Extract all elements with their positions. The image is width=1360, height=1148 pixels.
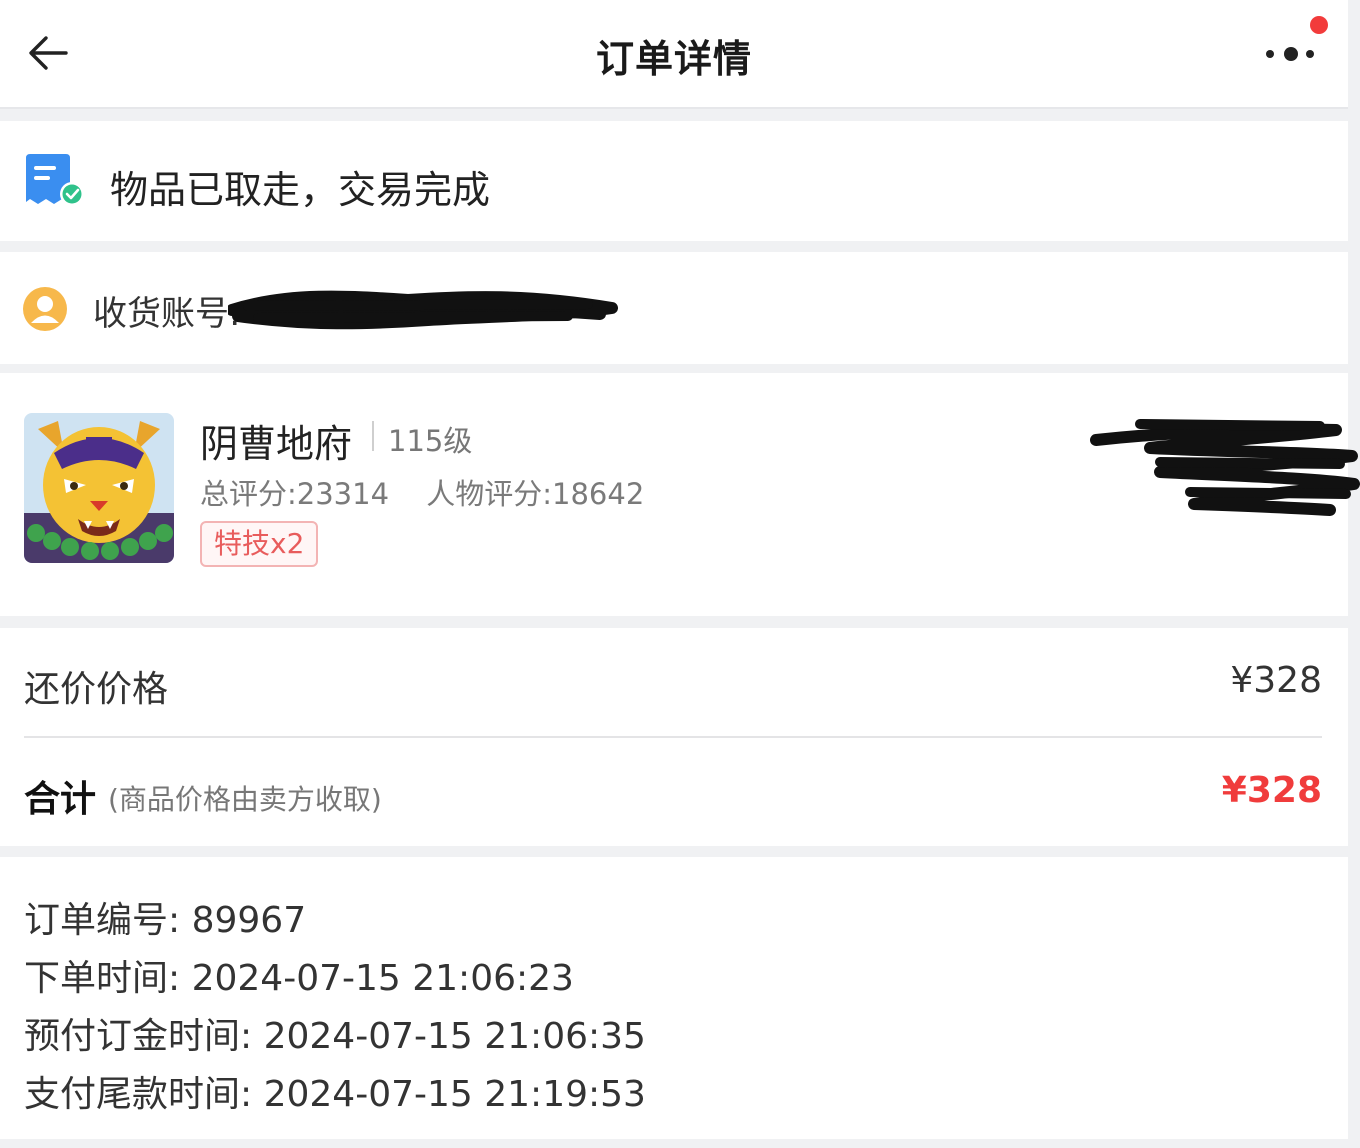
redaction-scribble <box>1090 419 1360 516</box>
order-time-label: 下单时间: <box>24 958 181 999</box>
order-time-value: 2024-07-15 21:06:23 <box>191 958 574 999</box>
order-info-card: 订单编号: 89967 下单时间: 2024-07-15 21:06:23 预付… <box>0 857 1348 1139</box>
order-time-row: 下单时间: 2024-07-15 21:06:23 <box>24 949 574 1001</box>
redaction-scribble <box>228 290 618 330</box>
order-number-label: 订单编号: <box>24 900 181 941</box>
deposit-time-label: 预付订金时间: <box>24 1016 253 1057</box>
deposit-time-value: 2024-07-15 21:06:35 <box>263 1016 646 1057</box>
total-score: 总评分:23314 <box>200 477 390 511</box>
top-bar: 订单详情 <box>0 0 1348 109</box>
user-avatar-icon <box>23 287 67 331</box>
total-note: (商品价格由卖方收取) <box>108 783 382 816</box>
order-number-value: 89967 <box>191 900 307 941</box>
price-card: 还价价格 ¥328 合计 (商品价格由卖方收取) ¥328 <box>0 628 1348 846</box>
score-line: 总评分:23314 人物评分:18642 <box>200 471 644 513</box>
character-portrait <box>24 413 174 563</box>
character-level: 115级 <box>388 424 473 458</box>
notification-dot <box>1310 16 1328 34</box>
character-name: 阴曹地府 <box>200 422 353 466</box>
account-label: 收货账号: <box>93 294 241 334</box>
final-payment-time-row: 支付尾款时间: 2024-07-15 21:19:53 <box>24 1065 646 1117</box>
divider <box>372 421 374 451</box>
divider <box>24 736 1322 738</box>
final-payment-time-label: 支付尾款时间: <box>24 1074 253 1115</box>
more-dots-icon[interactable] <box>1258 38 1322 70</box>
order-status-card: 物品已取走，交易完成 <box>0 121 1348 241</box>
final-payment-time-value: 2024-07-15 21:19:53 <box>263 1074 646 1115</box>
order-complete-icon <box>26 154 84 206</box>
counter-offer-label: 还价价格 <box>24 669 169 710</box>
order-number-row: 订单编号: 89967 <box>24 891 306 943</box>
character-score: 人物评分:18642 <box>426 477 645 511</box>
total-value: ¥328 <box>1221 770 1322 811</box>
counter-offer-value: ¥328 <box>1230 660 1322 701</box>
receiving-account-card: 收货账号: <box>0 252 1348 364</box>
skill-tag: 特技x2 <box>200 521 319 567</box>
deposit-time-row: 预付订金时间: 2024-07-15 21:06:35 <box>24 1007 646 1059</box>
total-label: 合计 <box>24 779 97 820</box>
page-title: 订单详情 <box>595 37 752 81</box>
status-text: 物品已取走，交易完成 <box>110 168 491 212</box>
